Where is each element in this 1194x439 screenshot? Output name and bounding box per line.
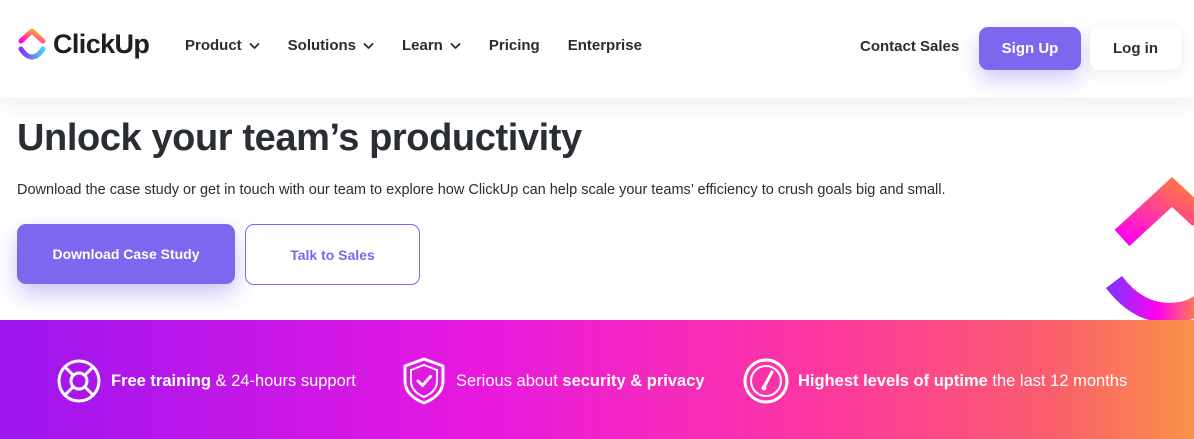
feature-security-text: Serious about security & privacy bbox=[456, 372, 705, 391]
chevron-down-icon bbox=[363, 42, 374, 49]
feature-uptime-rest: the last 12 months bbox=[987, 371, 1128, 390]
feature-uptime-bold: Highest levels of uptime bbox=[798, 371, 988, 390]
main-menu: Product Solutions Learn Pricing Enterpri… bbox=[185, 37, 642, 54]
menu-product-label: Product bbox=[185, 37, 242, 54]
gauge-icon bbox=[743, 358, 789, 404]
menu-learn[interactable]: Learn bbox=[402, 37, 461, 54]
download-case-study-button[interactable]: Download Case Study bbox=[17, 224, 235, 284]
feature-training-text: Free training & 24-hours support bbox=[111, 372, 356, 391]
feature-training-rest: & 24-hours support bbox=[210, 371, 356, 390]
menu-pricing-label: Pricing bbox=[488, 37, 540, 54]
log-in-button[interactable]: Log in bbox=[1090, 27, 1181, 70]
menu-enterprise-label: Enterprise bbox=[567, 37, 642, 54]
feature-training-bold: Free training bbox=[111, 371, 211, 390]
contact-sales-link[interactable]: Contact Sales bbox=[860, 38, 959, 55]
chevron-down-icon bbox=[249, 42, 260, 49]
hero-title: Unlock your team’s productivity bbox=[17, 117, 582, 159]
top-navbar: ClickUp Product Solutions Learn Pricing … bbox=[0, 0, 1194, 98]
clickup-logo-decoration-icon bbox=[1106, 177, 1194, 323]
chevron-down-icon bbox=[450, 42, 461, 49]
feature-security: Serious about security & privacy bbox=[400, 357, 705, 405]
sign-up-button[interactable]: Sign Up bbox=[979, 27, 1081, 70]
menu-solutions-label: Solutions bbox=[287, 37, 356, 54]
menu-solutions[interactable]: Solutions bbox=[288, 37, 374, 54]
feature-uptime: Highest levels of uptime the last 12 mon… bbox=[742, 357, 1127, 405]
hero-description: Download the case study or get in touch … bbox=[17, 182, 946, 198]
clickup-logo[interactable]: ClickUp bbox=[17, 27, 150, 61]
menu-pricing[interactable]: Pricing bbox=[489, 37, 540, 54]
talk-to-sales-button[interactable]: Talk to Sales bbox=[245, 224, 420, 285]
feature-security-rest: Serious about bbox=[456, 371, 563, 390]
feature-training: Free training & 24-hours support bbox=[55, 357, 356, 405]
menu-learn-label: Learn bbox=[402, 37, 443, 54]
menu-product[interactable]: Product bbox=[185, 37, 260, 54]
features-banner: Free training & 24-hours support Serious… bbox=[0, 320, 1194, 439]
feature-security-bold: security & privacy bbox=[562, 371, 705, 390]
feature-uptime-text: Highest levels of uptime the last 12 mon… bbox=[798, 372, 1127, 391]
lifebuoy-icon bbox=[57, 359, 101, 403]
clickup-logo-icon bbox=[18, 28, 46, 60]
logo-wordmark: ClickUp bbox=[53, 28, 150, 59]
shield-check-icon bbox=[403, 357, 445, 405]
menu-enterprise[interactable]: Enterprise bbox=[568, 37, 642, 54]
